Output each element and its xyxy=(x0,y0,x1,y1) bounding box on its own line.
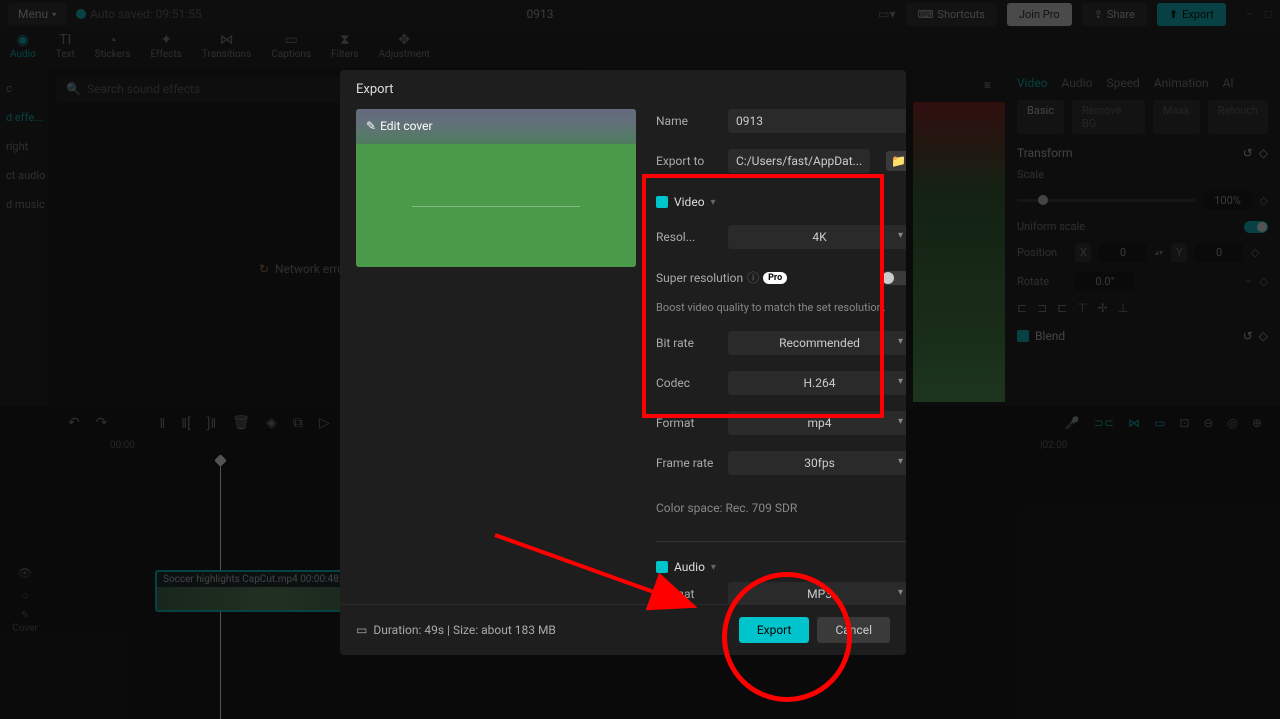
audio-section-label: Audio xyxy=(674,560,705,574)
pencil-icon: ✎ xyxy=(366,119,376,133)
name-input[interactable]: 0913 xyxy=(728,109,906,133)
resolution-label: Resol... xyxy=(656,230,718,244)
exportto-input[interactable]: C:/Users/fast/AppDat... xyxy=(728,149,870,173)
audio-checkbox[interactable] xyxy=(656,561,668,573)
chevron-down-icon[interactable]: ▾ xyxy=(711,197,716,208)
framerate-dropdown[interactable]: 30fps xyxy=(728,451,906,475)
pro-badge: Pro xyxy=(763,272,787,284)
export-modal: Export ✎ Edit cover Name 0913 Export to … xyxy=(340,70,906,655)
bitrate-label: Bit rate xyxy=(656,336,718,350)
framerate-label: Frame rate xyxy=(656,456,718,470)
name-label: Name xyxy=(656,114,718,128)
format-dropdown[interactable]: mp4 xyxy=(728,411,906,435)
superres-help: Boost video quality to match the set res… xyxy=(656,300,906,315)
superres-label: Super resolution xyxy=(656,271,743,285)
info-icon[interactable]: ⓘ xyxy=(747,269,759,286)
cancel-button[interactable]: Cancel xyxy=(817,617,890,643)
codec-dropdown[interactable]: H.264 xyxy=(728,371,906,395)
chevron-down-audio-icon[interactable]: ▾ xyxy=(711,562,716,573)
folder-button[interactable]: 📁 xyxy=(886,151,906,171)
export-button[interactable]: Export xyxy=(739,617,810,643)
duration-text: Duration: 49s | Size: about 183 MB xyxy=(373,623,556,637)
color-space-info: Color space: Rec. 709 SDR xyxy=(656,501,906,515)
bitrate-dropdown[interactable]: Recommended xyxy=(728,331,906,355)
audio-format-dropdown[interactable]: MP3 xyxy=(728,582,906,604)
format-label: Format xyxy=(656,416,718,430)
film-icon: ▭ xyxy=(356,623,367,637)
cover-preview[interactable]: ✎ Edit cover xyxy=(356,109,636,267)
edit-cover-button[interactable]: ✎ Edit cover xyxy=(366,119,433,133)
audio-format-label: Format xyxy=(656,587,718,601)
export-modal-title: Export xyxy=(340,70,906,109)
codec-label: Codec xyxy=(656,376,718,390)
video-section-label: Video xyxy=(674,195,705,209)
video-checkbox[interactable] xyxy=(656,196,668,208)
superres-toggle[interactable] xyxy=(881,271,906,285)
resolution-dropdown[interactable]: 4K xyxy=(728,225,906,249)
exportto-label: Export to xyxy=(656,154,718,168)
